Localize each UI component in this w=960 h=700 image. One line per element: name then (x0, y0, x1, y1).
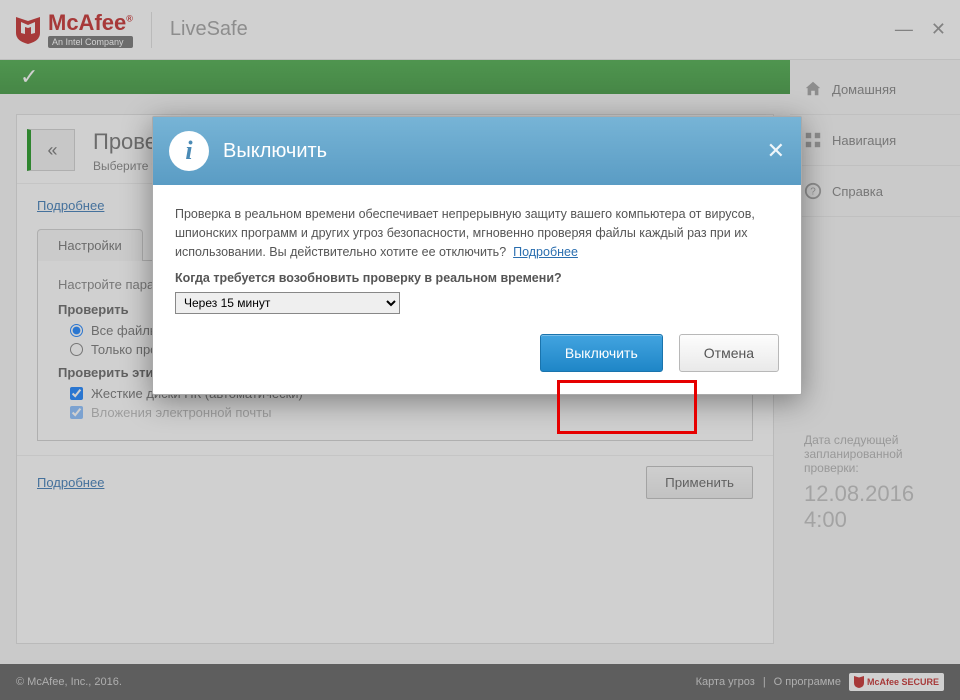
cancel-button[interactable]: Отмена (679, 334, 779, 372)
dialog-body-text: Проверка в реальном времени обеспечивает… (175, 207, 755, 259)
resume-time-select[interactable]: Через 15 минут (175, 292, 400, 314)
dialog-title: Выключить (223, 140, 327, 163)
dialog-question: Когда требуется возобновить проверку в р… (175, 269, 779, 288)
info-icon: i (169, 131, 209, 171)
disable-dialog: i Выключить ✕ Проверка в реальном времен… (152, 116, 802, 395)
disable-confirm-button[interactable]: Выключить (540, 334, 663, 372)
dialog-learn-more-link[interactable]: Подробнее (513, 245, 578, 259)
dialog-close-button[interactable]: ✕ (767, 138, 785, 164)
